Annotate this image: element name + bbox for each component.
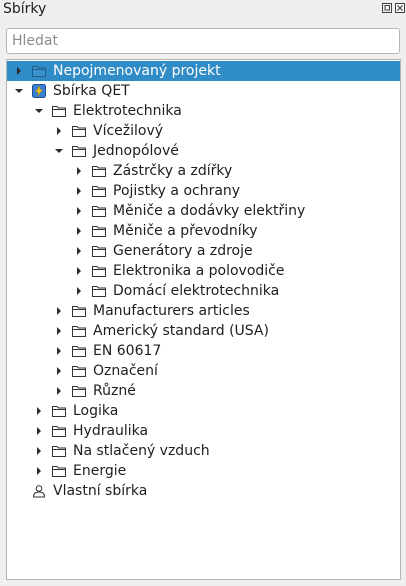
expand-arrow-icon[interactable] [35,407,43,415]
tree-item[interactable]: Generátory a zdroje [7,241,400,261]
tree-item[interactable]: Domácí elektrotechnika [7,281,400,301]
tree-item[interactable]: EN 60617 [7,341,400,361]
tree-item[interactable]: Energie [7,461,400,481]
folder-icon [92,244,106,258]
tree-item[interactable]: Manufacturers articles [7,301,400,321]
expand-arrow-icon[interactable] [75,167,83,175]
tree-item[interactable]: Měniče a dodávky elektřiny [7,201,400,221]
tree-item-label: Manufacturers articles [93,303,250,319]
tree-item-label: Nepojmenovaný projekt [53,63,221,79]
collection-tree[interactable]: Nepojmenovaný projekt Sbírka QET Elektrote… [6,59,401,580]
expand-arrow-icon[interactable] [55,307,63,315]
tree-item-label: EN 60617 [93,343,162,359]
tree-item-label: Sbírka QET [53,83,130,99]
tree-item-label: Logika [73,403,119,419]
tree-item[interactable]: Elektronika a polovodiče [7,261,400,281]
panel-title: Sbírky [3,1,47,17]
tree-item[interactable]: Hydraulika [7,421,400,441]
folder-icon [92,184,106,198]
tree-item[interactable]: Americký standard (USA) [7,321,400,341]
folder-icon [92,284,106,298]
expand-arrow-icon[interactable] [75,187,83,195]
expand-arrow-icon[interactable] [75,287,83,295]
expand-arrow-icon[interactable] [35,467,43,475]
collapse-arrow-icon[interactable] [15,87,23,95]
folder-icon [72,324,86,338]
folder-icon [52,444,66,458]
tree-item-label: Domácí elektrotechnika [113,283,280,299]
tree-item-label: Různé [93,383,136,399]
tree-item[interactable]: Logika [7,401,400,421]
folder-icon [72,304,86,318]
folder-icon [52,404,66,418]
tree-item-label: Elektrotechnika [73,103,182,119]
folder-icon [72,364,86,378]
tree-item-label: Označení [93,363,158,379]
tree-item-label: Měniče a dodávky elektřiny [113,203,306,219]
folder-icon [52,104,66,118]
close-panel-icon[interactable] [395,3,405,13]
folder-icon [52,464,66,478]
expand-arrow-icon[interactable] [55,127,63,135]
tree-item[interactable]: Různé [7,381,400,401]
tree-item[interactable]: Označení [7,361,400,381]
folder-icon [52,424,66,438]
float-panel-icon[interactable] [382,3,392,13]
tree-item[interactable]: Vícežilový [7,121,400,141]
folder-icon [92,164,106,178]
search-box[interactable] [6,28,400,54]
collapse-arrow-icon[interactable] [35,107,43,115]
tree-item[interactable]: Vlastní sbírka [7,481,400,501]
expand-arrow-icon[interactable] [55,367,63,375]
tree-item[interactable]: Zástrčky a zdířky [7,161,400,181]
collapse-arrow-icon[interactable] [55,147,63,155]
folder-icon [92,264,106,278]
tree-item-label: Americký standard (USA) [93,323,269,339]
expand-arrow-icon[interactable] [75,247,83,255]
folder-icon [92,224,106,238]
tree-item-label: Energie [73,463,127,479]
project-icon [32,64,46,78]
tree-item-label: Pojistky a ochrany [113,183,241,199]
folder-icon [72,384,86,398]
folder-icon [72,144,86,158]
folder-icon [92,204,106,218]
tree-item-label: Vícežilový [93,123,164,139]
tree-item[interactable]: Sbírka QET [7,81,400,101]
tree-item[interactable]: Na stlačený vzduch [7,441,400,461]
expand-arrow-icon[interactable] [35,447,43,455]
tree-item[interactable]: Elektrotechnika [7,101,400,121]
expand-arrow-icon[interactable] [35,427,43,435]
expand-arrow-icon[interactable] [15,67,23,75]
tree-item[interactable]: Pojistky a ochrany [7,181,400,201]
tree-item-label: Generátory a zdroje [113,243,253,259]
tree-item-label: Zástrčky a zdířky [113,163,233,179]
expand-arrow-icon[interactable] [75,227,83,235]
user-icon [32,484,46,498]
tree-item-label: Elektronika a polovodiče [113,263,285,279]
tree-item-label: Jednopólové [93,143,179,159]
tree-item-label: Vlastní sbírka [53,483,148,499]
tree-item[interactable]: Nepojmenovaný projekt [7,61,400,81]
expand-arrow-icon[interactable] [55,327,63,335]
tree-item[interactable]: Měniče a převodníky [7,221,400,241]
panel-titlebar: Sbírky [0,0,406,20]
tree-item-label: Hydraulika [73,423,149,439]
tree-item[interactable]: Jednopólové [7,141,400,161]
tree-item-label: Na stlačený vzduch [73,443,210,459]
expand-arrow-icon[interactable] [75,207,83,215]
search-input[interactable] [12,30,392,52]
qet-collection-icon [32,84,46,98]
folder-icon [72,344,86,358]
tree-item-label: Měniče a převodníky [113,223,258,239]
expand-arrow-icon[interactable] [55,347,63,355]
expand-arrow-icon[interactable] [55,387,63,395]
expand-arrow-icon[interactable] [75,267,83,275]
folder-icon [72,124,86,138]
